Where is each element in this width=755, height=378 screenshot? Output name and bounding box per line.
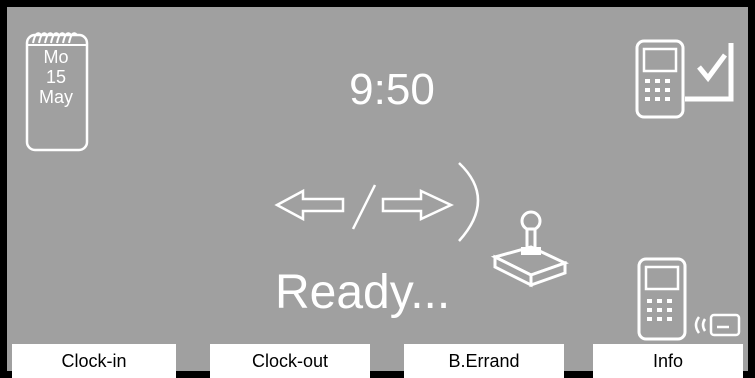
terminal-card-reader-icon bbox=[637, 257, 741, 341]
terminal-screen: Mo 15 May 9:50 Ready... bbox=[7, 7, 748, 371]
terminal-check-icon bbox=[635, 39, 734, 119]
calendar-month: May bbox=[38, 87, 73, 107]
business-errand-button[interactable]: B.Errand bbox=[404, 344, 564, 378]
info-button[interactable]: Info bbox=[593, 344, 743, 378]
calendar-day: 15 bbox=[45, 67, 67, 87]
clock-in-button[interactable]: Clock-in bbox=[12, 344, 176, 378]
device-frame: Mo 15 May 9:50 Ready... Clock-in Clock-o… bbox=[0, 0, 755, 378]
calendar-date: Mo 15 May bbox=[22, 47, 90, 107]
calendar-weekday: Mo bbox=[43, 47, 69, 67]
function-key-bar: Clock-in Clock-out B.Errand Info bbox=[0, 344, 755, 378]
clock-out-button[interactable]: Clock-out bbox=[210, 344, 370, 378]
bidirectional-arrows-icon bbox=[274, 162, 480, 242]
status-text: Ready... bbox=[275, 266, 451, 319]
clock-time: 9:50 bbox=[349, 65, 435, 114]
